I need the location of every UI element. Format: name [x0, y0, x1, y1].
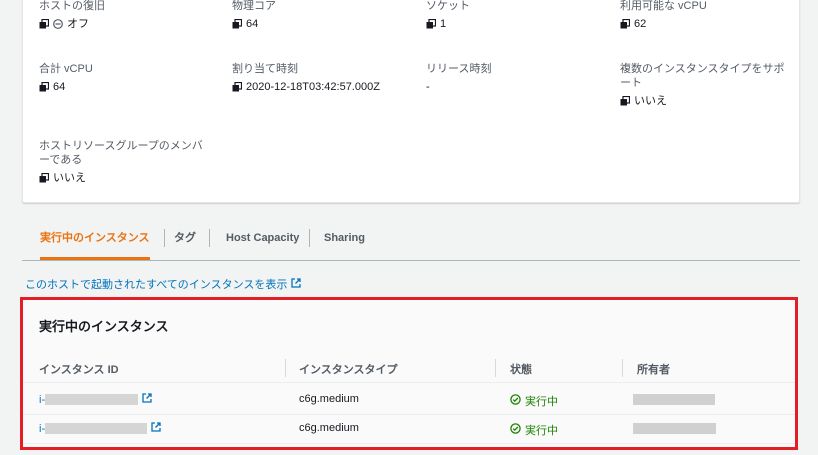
physical-cores-field: 物理コア 64 [232, 0, 276, 31]
physical-cores-value: 64 [246, 18, 259, 30]
tab-divider [209, 229, 210, 247]
sockets-field: ソケット 1 [426, 0, 470, 31]
physical-cores-label: 物理コア [232, 0, 276, 12]
detail-tabs: 実行中のインスタンス タグ Host Capacity Sharing [22, 224, 800, 261]
release-time-value: - [426, 81, 430, 93]
release-time-label: リリース時刻 [426, 63, 492, 75]
off-status-icon [53, 19, 63, 29]
resource-group-member-label: ホストリソースグループのメンバ ーである [39, 140, 203, 166]
resource-group-member-field: ホストリソースグループのメンバ ーである いいえ [39, 139, 203, 185]
total-vcpu-field: 合計 vCPU 64 [39, 62, 93, 94]
host-recovery-label: ホストの復旧 [39, 0, 105, 12]
copy-icon[interactable] [39, 82, 49, 92]
host-details-panel: ホストの復旧 オフ 物理コア 64 ソケット 1 利用可能な vCPU 62 合… [22, 0, 800, 203]
resource-group-member-value: いいえ [53, 172, 86, 184]
host-recovery-value: オフ [67, 18, 89, 30]
tab-divider [164, 229, 165, 247]
highlight-box [20, 297, 798, 450]
copy-icon[interactable] [620, 19, 630, 29]
external-link-icon[interactable] [291, 277, 302, 291]
available-vcpu-label: 利用可能な vCPU [620, 0, 707, 12]
copy-icon[interactable] [620, 96, 630, 106]
release-time-field: リリース時刻 - [426, 62, 491, 94]
tab-running-instances[interactable]: 実行中のインスタンス [40, 224, 150, 260]
tab-host-capacity[interactable]: Host Capacity [226, 224, 299, 257]
available-vcpu-value: 62 [634, 18, 647, 30]
copy-icon[interactable] [232, 82, 242, 92]
tab-divider [309, 229, 310, 247]
view-all-instances-text[interactable]: このホストで起動されたすべてのインスタンスを表示 [25, 276, 287, 292]
available-vcpu-field: 利用可能な vCPU 62 [620, 0, 707, 31]
allocation-time-label: 割り当て時刻 [232, 63, 298, 75]
multi-instance-type-value: いいえ [634, 95, 667, 107]
multi-instance-type-field: 複数のインスタンスタイプをサポ ート いいえ [620, 62, 785, 108]
total-vcpu-label: 合計 vCPU [39, 63, 93, 75]
tab-sharing[interactable]: Sharing [324, 224, 365, 257]
copy-icon[interactable] [232, 19, 242, 29]
host-recovery-field: ホストの復旧 オフ [39, 0, 105, 31]
copy-icon[interactable] [39, 173, 49, 183]
allocation-time-value: 2020-12-18T03:42:57.000Z [246, 81, 380, 93]
sockets-value: 1 [440, 18, 447, 30]
sockets-label: ソケット [426, 0, 470, 12]
view-all-instances-link[interactable]: このホストで起動されたすべてのインスタンスを表示 [25, 276, 302, 292]
copy-icon[interactable] [39, 19, 49, 29]
tab-tags[interactable]: タグ [174, 224, 196, 257]
total-vcpu-value: 64 [53, 81, 66, 93]
copy-icon[interactable] [426, 19, 436, 29]
allocation-time-field: 割り当て時刻 2020-12-18T03:42:57.000Z [232, 62, 380, 94]
multi-instance-type-label: 複数のインスタンスタイプをサポ ート [620, 63, 785, 89]
